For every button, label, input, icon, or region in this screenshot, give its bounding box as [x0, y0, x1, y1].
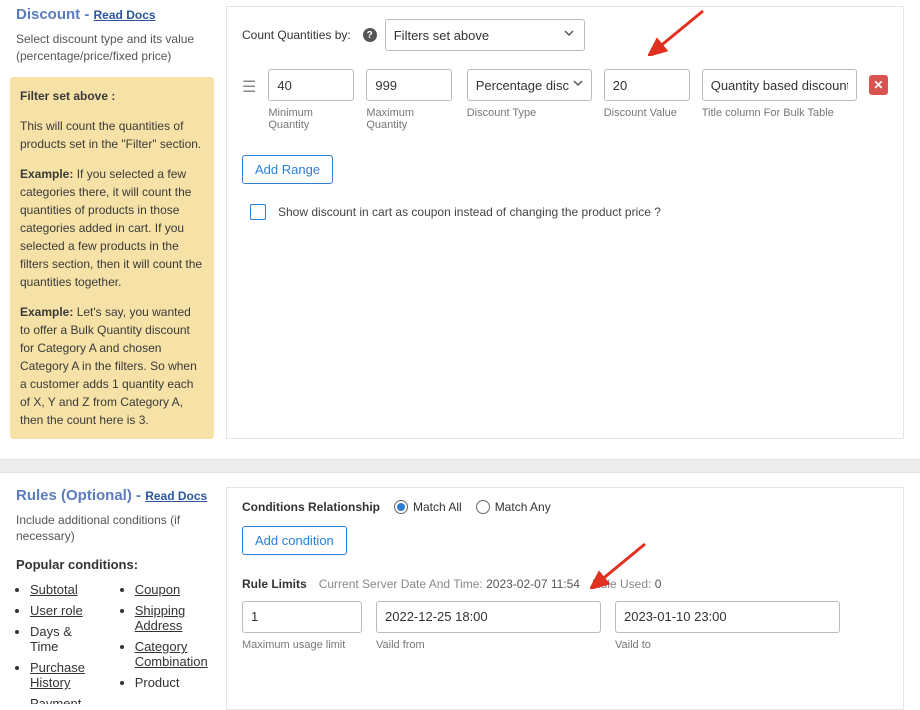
info-heading: Filter set above : — [20, 89, 115, 103]
discount-type-label: Discount Type — [467, 107, 592, 119]
filter-info-box: Filter set above : This will count the q… — [10, 77, 214, 439]
info-ex1-label: Example: — [20, 167, 73, 181]
minimum-quantity-input[interactable] — [268, 69, 354, 101]
discount-value-label: Discount Value — [604, 107, 690, 119]
match-any-radio[interactable] — [476, 500, 490, 514]
cond-category-combination[interactable]: Category Combination — [135, 639, 208, 669]
discount-title: Discount — [16, 6, 80, 23]
min-qty-label: Minimum Quantity — [268, 107, 354, 131]
bulk-title-label: Title column For Bulk Table — [702, 107, 857, 119]
popular-conditions-col1: Subtotal User role Days & Time Purchase … — [16, 582, 91, 710]
max-usage-limit-input[interactable] — [242, 601, 362, 633]
cond-days-time: Days & Time — [30, 624, 72, 654]
max-qty-label: Maximum Quantity — [366, 107, 454, 131]
cond-payment-method: Payment Method — [30, 696, 81, 704]
add-range-button[interactable]: Add Range — [242, 155, 333, 184]
remove-range-button[interactable]: ✕ — [869, 75, 888, 95]
info-ex2-label: Example: — [20, 305, 73, 319]
drag-handle-icon[interactable]: ☰ — [242, 69, 256, 97]
cond-subtotal[interactable]: Subtotal — [30, 582, 78, 597]
cond-product: Product — [135, 675, 180, 690]
discount-type-select[interactable]: Percentage discount — [467, 69, 592, 101]
discount-read-docs-link[interactable]: Read Docs — [94, 8, 156, 22]
rule-used-value: 0 — [655, 577, 662, 591]
valid-from-input[interactable] — [376, 601, 601, 633]
rules-subtitle: Include additional conditions (if necess… — [16, 512, 214, 546]
count-quantities-select[interactable]: Filters set above — [385, 19, 585, 51]
cond-user-role[interactable]: User role — [30, 603, 83, 618]
count-quantities-label: Count Quantities by: — [242, 28, 351, 42]
info-p1: This will count the quantities of produc… — [20, 117, 204, 153]
info-ex1-text: If you selected a few categories there, … — [20, 167, 202, 289]
server-time-value: 2023-02-07 11:54 — [486, 577, 580, 591]
rules-read-docs-link[interactable]: Read Docs — [145, 489, 207, 503]
cond-coupon[interactable]: Coupon — [135, 582, 181, 597]
help-icon[interactable]: ? — [363, 28, 377, 42]
add-condition-button[interactable]: Add condition — [242, 526, 347, 555]
max-usage-limit-label: Maximum usage limit — [242, 639, 362, 651]
server-time-label: Current Server Date And Time: — [319, 577, 483, 591]
rule-used-label: Rule Used: — [592, 577, 651, 591]
conditions-relationship-label: Conditions Relationship — [242, 500, 380, 514]
discount-value-input[interactable] — [604, 69, 690, 101]
show-as-coupon-label: Show discount in cart as coupon instead … — [278, 205, 661, 219]
popular-conditions-heading: Popular conditions: — [16, 557, 214, 572]
popular-conditions-col2: Coupon Shipping Address Category Combina… — [121, 582, 214, 710]
rule-limits-label: Rule Limits — [242, 577, 307, 591]
bulk-title-input[interactable] — [702, 69, 857, 101]
info-ex2-text: Let's say, you wanted to offer a Bulk Qu… — [20, 305, 197, 427]
valid-to-label: Vaild to — [615, 639, 840, 651]
match-any-label: Match Any — [495, 500, 551, 514]
match-all-label: Match All — [413, 500, 462, 514]
rules-title: Rules (Optional) — [16, 487, 132, 504]
cond-purchase-history[interactable]: Purchase History — [30, 660, 85, 690]
valid-to-input[interactable] — [615, 601, 840, 633]
discount-subtitle: Select discount type and its value (perc… — [16, 31, 214, 65]
match-all-radio[interactable] — [394, 500, 408, 514]
show-as-coupon-checkbox[interactable] — [250, 204, 266, 220]
cond-shipping-address[interactable]: Shipping Address — [135, 603, 186, 633]
maximum-quantity-input[interactable] — [366, 69, 452, 101]
valid-from-label: Vaild from — [376, 639, 601, 651]
